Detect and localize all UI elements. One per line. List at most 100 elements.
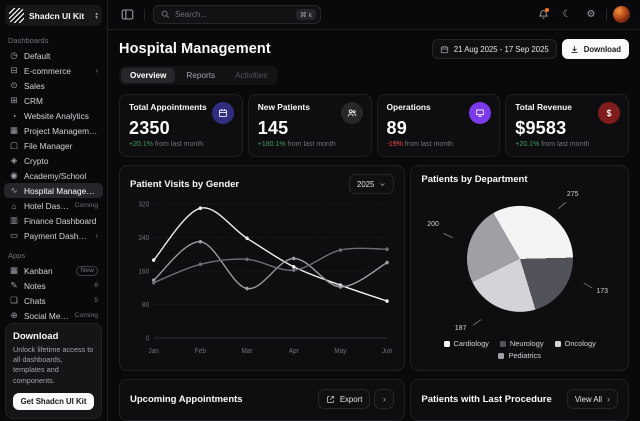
dollar-icon	[598, 102, 620, 124]
export-icon	[326, 395, 334, 403]
legend-label: Cardiology	[453, 339, 489, 348]
crypto-icon: ◈	[10, 155, 18, 165]
sidebar-nav: Dashboards ◷ Default ⊟ E-commerce › ⊙ Sales ⊞ CRM…	[0, 28, 107, 323]
stat-card-operations: Operations 89 -19% from last month	[376, 94, 501, 157]
stat-delta: +20.1% from last month	[515, 141, 590, 148]
analytics-icon: ◔	[11, 110, 17, 121]
academy-icon: ◉	[10, 170, 18, 180]
sidebar-item-file-manager[interactable]: ▢ File Manager	[4, 138, 103, 153]
svg-text:Apr: Apr	[289, 348, 300, 355]
svg-text:160: 160	[139, 268, 150, 275]
procedures-title: Patients with Last Procedure	[421, 393, 552, 405]
profile-avatar[interactable]	[613, 6, 630, 23]
sidebar-item-badge: 5	[94, 297, 98, 304]
legend-item-pediatrics[interactable]: Pediatrics	[498, 351, 541, 360]
tab-reports[interactable]: Reports	[177, 68, 224, 83]
finance-icon: ▥	[9, 215, 19, 225]
patient-visits-chart-card: Patient Visits by Gender 2025 0 80 160 240 3…	[119, 165, 406, 371]
get-shadcn-ui-kit-button[interactable]: Get Shadcn UI Kit	[13, 392, 94, 410]
sidebar-item-academy-school[interactable]: ◉ Academy/School	[4, 168, 103, 183]
sidebar-item-label: Academy/School	[24, 170, 87, 181]
view-all-button[interactable]: View All ›	[566, 389, 618, 409]
sales-icon: ⊙	[10, 80, 18, 90]
svg-text:320: 320	[139, 201, 150, 208]
main-area: ⌘ k ☾ ⚙ Hospital Management	[108, 0, 640, 421]
pie-callout-line	[443, 233, 453, 239]
stat-delta: +180.1% from last month	[257, 141, 336, 148]
legend-item-neurology[interactable]: Neurology	[499, 339, 544, 348]
sidebar-item-finance-dashboard[interactable]: ▥ Finance Dashboard	[4, 213, 103, 228]
tab-activities: Activities	[226, 68, 276, 83]
pie-value-label: 200	[427, 221, 439, 229]
search-box[interactable]: ⌘ k	[153, 5, 321, 24]
sidebar-item-notes[interactable]: ✎ Notes 8	[4, 278, 103, 293]
sidebar-item-default[interactable]: ◷ Default	[4, 48, 103, 63]
content: Hospital Management 21 Aug 2025 - 17 Sep…	[108, 30, 640, 421]
calendar-icon	[211, 102, 234, 124]
stat-card-total-revenue: Total Revenue $9583 +20.1% from last month	[505, 94, 629, 157]
sidebar-item-social-media[interactable]: ⊕ Social Media Coming	[4, 308, 103, 323]
divider	[144, 8, 145, 21]
pie-callout-line	[557, 201, 567, 209]
legend-item-cardiology[interactable]: Cardiology	[443, 339, 489, 348]
year-filter-dropdown[interactable]: 2025	[349, 174, 395, 194]
search-icon	[161, 10, 170, 19]
folder-icon: ▢	[9, 140, 19, 150]
upcoming-appointments-card: Upcoming Appointments Export ›	[119, 379, 406, 421]
sidebar-item-label: Default	[24, 50, 51, 61]
download-button[interactable]: Download	[561, 39, 629, 59]
sidebar-item-sales[interactable]: ⊙ Sales	[4, 78, 103, 93]
pie-callout-line	[473, 319, 482, 326]
download-promo-title: Download	[13, 331, 59, 342]
patients-by-department-card: Patients by Department 275 200 173 187 C…	[410, 165, 629, 371]
sidebar-item-website-analytics[interactable]: ◔ Website Analytics	[4, 108, 103, 123]
sidebar-item-payment-dashboard[interactable]: ▭ Payment Dashboard ›	[4, 228, 103, 243]
workspace-switcher[interactable]: Shadcn UI Kit ▴ ▾	[5, 5, 102, 26]
column-header-patient: Patient	[130, 417, 183, 420]
sidebar-item-badge: 8	[94, 282, 98, 289]
chevron-right-icon: ›	[95, 231, 98, 240]
sidebar-item-chats[interactable]: ❏ Chats 5	[4, 293, 103, 308]
view-all-label: View All	[574, 394, 602, 404]
legend-label: Oncology	[564, 339, 596, 348]
tab-overview[interactable]: Overview	[121, 68, 176, 83]
search-input[interactable]	[175, 10, 291, 19]
next-page-button[interactable]: ›	[374, 389, 395, 409]
clock-icon: ◷	[10, 50, 18, 60]
sidebar-item-hotel-dashboard[interactable]: ⌂ Hotel Dashboard Coming	[4, 198, 103, 213]
notifications-button[interactable]	[534, 6, 552, 24]
crm-icon: ⊞	[10, 95, 18, 105]
theme-toggle-button[interactable]: ☾	[558, 6, 576, 24]
sidebar-item-label: Finance Dashboard	[24, 215, 97, 226]
sidebar-item-label: Crypto	[24, 155, 49, 166]
sidebar-item-hospital-management[interactable]: ∿ Hospital Management	[4, 183, 103, 198]
column-header-time: Time	[241, 417, 291, 420]
sidebar-item-crm[interactable]: ⊞ CRM	[4, 93, 103, 108]
sidebar-item-project-management[interactable]: ▦ Project Management	[4, 123, 103, 138]
pie-legend: Cardiology Neurology Oncology Pediatrics	[421, 337, 618, 362]
line-chart-title: Patient Visits by Gender	[130, 178, 240, 190]
date-range-picker[interactable]: 21 Aug 2025 - 17 Sep 2025	[431, 39, 557, 59]
sidebar-item-label: Project Management	[24, 125, 98, 136]
hotel-icon: ⌂	[11, 200, 17, 211]
chevron-right-icon: ›	[95, 66, 98, 75]
settings-button[interactable]: ⚙	[582, 6, 600, 24]
svg-text:May: May	[334, 348, 347, 355]
shadcn-logo-icon	[9, 8, 24, 23]
export-button-label: Export	[339, 394, 363, 404]
app-window: Shadcn UI Kit ▴ ▾ Dashboards ◷ Default ⊟ E-co…	[0, 0, 640, 421]
last-procedure-card: Patients with Last Procedure View All › …	[410, 379, 629, 421]
pie-chart-title: Patients by Department	[421, 174, 528, 185]
divider	[606, 8, 607, 21]
legend-item-oncology[interactable]: Oncology	[554, 339, 596, 348]
sidebar-item-kanban[interactable]: ▦ Kanban New	[4, 263, 103, 278]
sidebar-item-crypto[interactable]: ◈ Crypto	[4, 153, 103, 168]
pie-callout-line	[583, 282, 593, 289]
svg-text:Feb: Feb	[195, 348, 206, 355]
export-button[interactable]: Export	[317, 389, 371, 409]
column-header-department: Department	[337, 417, 395, 420]
svg-text:240: 240	[139, 235, 150, 242]
sidebar-toggle-button[interactable]	[118, 6, 136, 24]
stat-card-total-appointments: Total Appointments 2350 +20.1% from last m…	[119, 94, 243, 157]
sidebar-item-e-commerce[interactable]: ⊟ E-commerce ›	[4, 63, 103, 78]
